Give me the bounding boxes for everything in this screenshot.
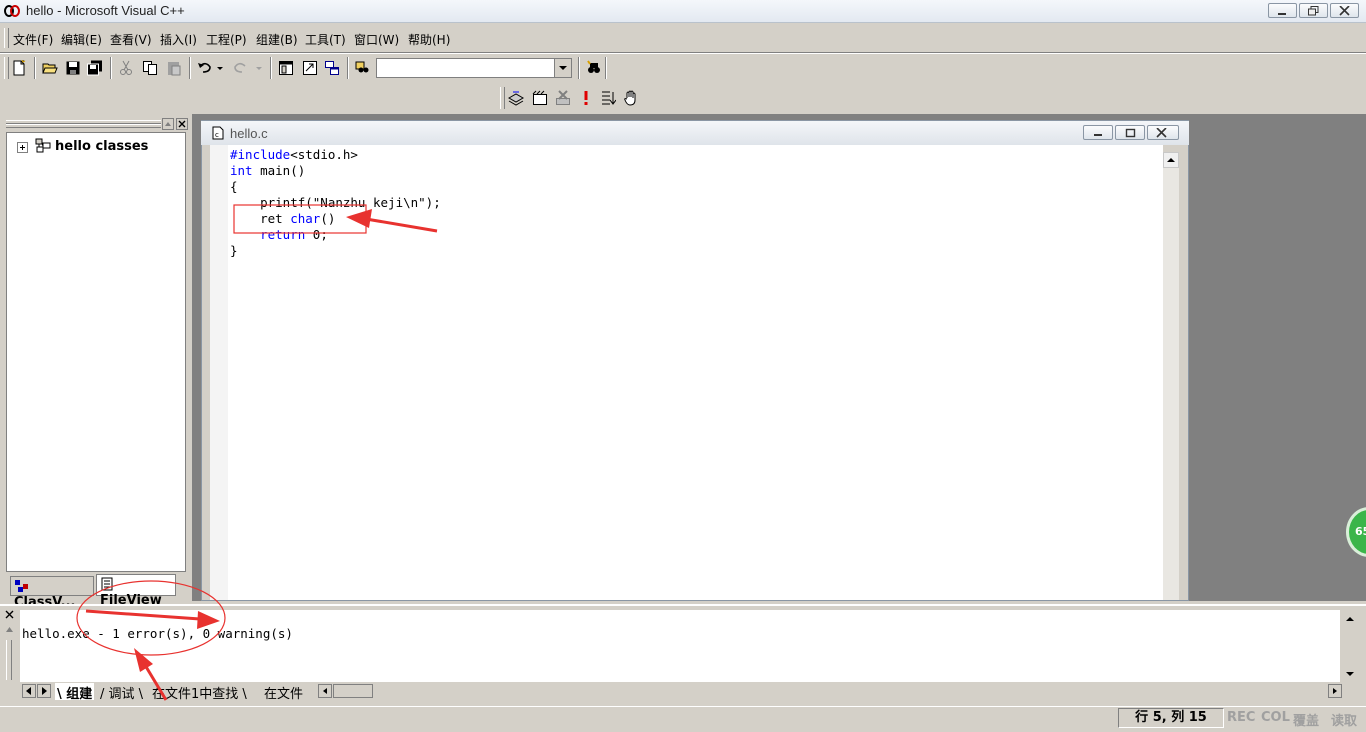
restore-button[interactable] (1299, 3, 1328, 18)
find-in-files-icon[interactable] (353, 58, 373, 78)
editor-gutter (210, 145, 228, 600)
undo-icon[interactable] (195, 58, 223, 78)
output-maximize-icon[interactable] (4, 623, 16, 635)
window-list-icon[interactable] (322, 58, 342, 78)
menu-insert[interactable]: 插入(I) (160, 31, 197, 48)
new-file-icon[interactable] (9, 58, 29, 78)
output-hscroll-thumb[interactable] (333, 684, 373, 698)
code-line-7: } (230, 243, 238, 258)
svg-text:c: c (215, 131, 219, 139)
status-overwrite: 覆盖 (1293, 714, 1320, 729)
editor-filename: hello.c (230, 126, 268, 141)
output-tab-build-label: 组建 (66, 687, 93, 702)
menu-build[interactable]: 组建(B) (256, 31, 298, 48)
menu-file[interactable]: 文件(F) (13, 31, 53, 48)
output-window-icon[interactable] (300, 58, 320, 78)
go-icon[interactable] (598, 88, 618, 108)
title-bar: hello - Microsoft Visual C++ (0, 0, 1366, 23)
classview-icon (15, 580, 28, 592)
build-toolbar-grip[interactable] (500, 87, 505, 109)
output-tab-build[interactable]: \ 组建 (55, 683, 95, 702)
find-combo[interactable] (376, 58, 572, 78)
output-grip[interactable] (6, 640, 12, 680)
code-line-5: ret char() (230, 211, 336, 226)
output-hscroll-right-icon[interactable] (1328, 684, 1342, 698)
menu-window[interactable]: 窗口(W) (354, 31, 399, 48)
status-col: COL (1261, 710, 1290, 725)
output-scroll-down-icon[interactable] (1342, 668, 1358, 682)
code-line-1: #include<stdio.h> (230, 147, 358, 162)
code-line-4: printf("Nanzhu keji\n"); (230, 195, 441, 210)
build-result-message: hello.exe - 1 error(s), 0 warning(s) (22, 626, 293, 641)
redo-icon[interactable] (230, 58, 262, 78)
output-tab-find-in-files-2[interactable]: 在文件 (262, 683, 305, 702)
output-tab-find2-label: 在文件 (264, 687, 304, 702)
expand-icon[interactable] (17, 142, 28, 153)
menu-view[interactable]: 查看(V) (110, 31, 152, 48)
window-title: hello - Microsoft Visual C++ (26, 3, 185, 18)
editor-restore-button[interactable] (1115, 125, 1145, 140)
fileview-icon (101, 577, 113, 591)
output-close-icon[interactable] (4, 609, 16, 621)
build-icon[interactable] (530, 88, 550, 108)
stop-build-icon[interactable] (553, 88, 573, 108)
compile-icon[interactable] (506, 88, 526, 108)
menu-bar: 文件(F) 编辑(E) 查看(V) 插入(I) 工程(P) 组建(B) 工具(T… (0, 26, 1366, 50)
output-tab-prev-icon[interactable] (22, 684, 36, 698)
tree-root-label[interactable]: hello classes (55, 139, 148, 154)
vc-app-icon (4, 4, 20, 18)
menu-project[interactable]: 工程(P) (206, 31, 247, 48)
breakpoint-hand-icon[interactable] (621, 88, 641, 108)
menu-edit[interactable]: 编辑(E) (61, 31, 102, 48)
output-tab-find-in-files-1[interactable]: 在文件1中查找 \ (150, 683, 249, 702)
output-tab-debug[interactable]: / 调试 \ (98, 683, 145, 702)
output-tab-next-icon[interactable] (37, 684, 51, 698)
editor-minimize-button[interactable] (1083, 125, 1113, 140)
find-binoculars-icon[interactable] (584, 58, 604, 78)
classes-icon (35, 138, 51, 157)
output-text-area[interactable] (20, 610, 1340, 682)
editor-vertical-scrollbar[interactable] (1163, 152, 1179, 600)
minimize-button[interactable] (1268, 3, 1297, 18)
output-tab-find1-label: 在文件1中查找 (152, 687, 239, 702)
execute-icon[interactable] (576, 88, 596, 108)
paste-icon[interactable] (164, 58, 184, 78)
menu-help[interactable]: 帮助(H) (408, 31, 450, 48)
cut-icon[interactable] (116, 58, 136, 78)
output-scrollbar[interactable] (1342, 627, 1358, 667)
tab-classview[interactable]: ClassV... (10, 576, 94, 610)
menubar-grip[interactable] (4, 28, 9, 48)
workspace-close-icon[interactable] (176, 118, 188, 130)
editor-close-button[interactable] (1147, 125, 1179, 140)
code-line-2: int main() (230, 163, 306, 178)
editor-title-bar[interactable]: c hello.c (201, 121, 1189, 145)
save-icon[interactable] (63, 58, 83, 78)
output-hscroll-left-icon[interactable] (318, 684, 332, 698)
workspace-icon[interactable] (276, 58, 296, 78)
copy-icon[interactable] (140, 58, 160, 78)
workspace-tree[interactable]: hello classes (6, 132, 186, 572)
status-read-only: 读取 (1331, 714, 1358, 729)
scroll-up-icon[interactable] (1163, 152, 1179, 168)
menu-tools[interactable]: 工具(T) (305, 31, 346, 48)
save-all-icon[interactable] (85, 58, 105, 78)
workspace-maximize-icon[interactable] (162, 118, 174, 130)
output-tab-debug-label: 调试 (108, 687, 135, 702)
output-scroll-up-icon[interactable] (1342, 611, 1358, 627)
c-file-icon: c (211, 126, 225, 143)
code-line-6: return 0; (260, 227, 328, 242)
close-button[interactable] (1330, 3, 1359, 18)
code-line-3: { (230, 179, 238, 194)
cursor-position: 行 5, 列 15 (1118, 708, 1224, 728)
combo-dropdown-icon[interactable] (554, 59, 571, 77)
status-rec: REC (1227, 710, 1256, 725)
tab-fileview[interactable]: FileView (96, 574, 176, 608)
open-folder-icon[interactable] (40, 58, 60, 78)
code-editor[interactable] (210, 145, 1163, 600)
